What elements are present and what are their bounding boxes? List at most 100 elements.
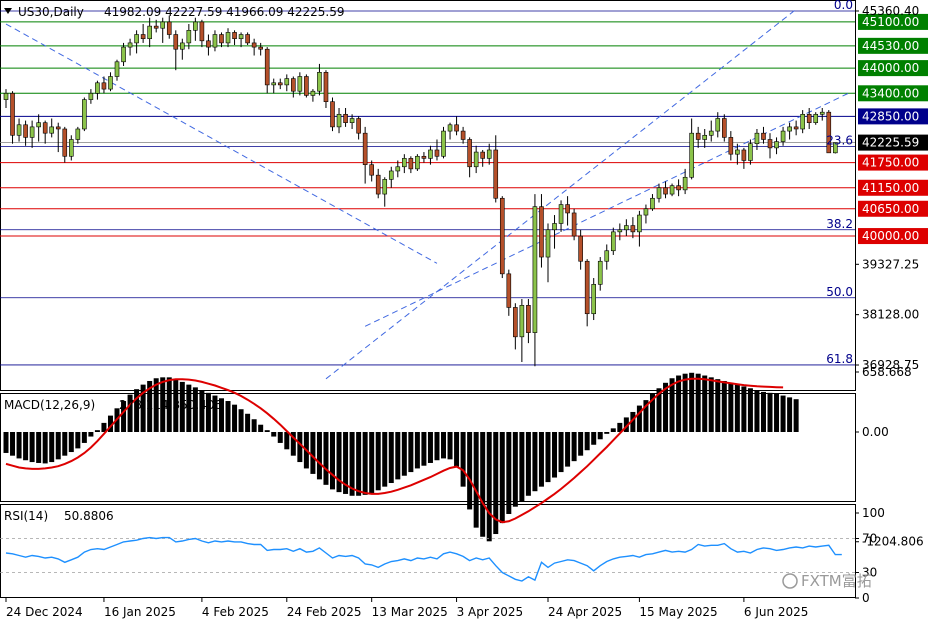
date-label: 3 Apr 2025 — [457, 605, 524, 619]
candle-body — [336, 113, 342, 128]
candle-body — [408, 158, 414, 170]
price-panel-frame — [0, 0, 856, 391]
candle-50 — [330, 97, 335, 132]
rsi-value: 50.8806 — [64, 509, 114, 523]
candle-body — [604, 250, 610, 262]
candle-body — [180, 42, 185, 50]
macd-bar-47 — [310, 432, 316, 474]
price-tick-label: 39327.25 — [862, 257, 919, 271]
macd-bar-5 — [36, 432, 42, 463]
candle-71 — [467, 137, 472, 178]
candle-37 — [245, 32, 250, 46]
rsi-title: RSI(14) — [4, 509, 48, 523]
candle-29 — [193, 17, 198, 41]
candle-body — [108, 76, 113, 90]
candle-body — [565, 204, 570, 214]
macd-bar-84 — [552, 432, 558, 478]
candle-103 — [676, 179, 681, 197]
candle-body — [186, 30, 192, 44]
candle-body — [656, 187, 662, 199]
price-tag-40650.00: 40650.00 — [858, 200, 928, 217]
candle-27 — [180, 38, 185, 60]
candle-body — [682, 176, 688, 191]
candle-body — [421, 155, 427, 159]
macd-bar-53 — [349, 432, 355, 496]
macd-bar-64 — [421, 432, 427, 466]
candle-body — [284, 78, 290, 86]
candle-body — [597, 260, 603, 285]
price-tag-text: 40650.00 — [862, 202, 919, 216]
macd-bar-115 — [754, 390, 760, 432]
candle-body — [225, 32, 231, 44]
macd-bar-104 — [682, 373, 688, 432]
candle-8 — [55, 122, 61, 153]
candle-58 — [382, 177, 388, 207]
candle-26 — [173, 30, 179, 71]
candle-body — [415, 155, 420, 170]
candle-body — [460, 130, 466, 140]
candle-body — [545, 229, 551, 258]
macd-bar-43 — [284, 432, 290, 450]
macd-bar-114 — [747, 388, 753, 432]
candle-body — [147, 25, 152, 40]
macd-bar-4 — [29, 432, 35, 463]
candle-86 — [565, 196, 570, 226]
candle-12 — [82, 97, 87, 132]
candle-99 — [650, 194, 655, 211]
rsi-panel-frame — [0, 504, 856, 598]
macd-bar-86 — [565, 432, 571, 467]
candle-49 — [323, 70, 329, 108]
trend-lines — [5, 8, 849, 380]
macd-indicator: 658.6680.00-1204.806 — [3, 365, 924, 549]
candle-43 — [284, 74, 290, 92]
price-tag-text: 40000.00 — [862, 229, 919, 243]
candle-110 — [721, 114, 727, 142]
macd-tick-label: 0.00 — [862, 425, 889, 439]
macd-bar-120 — [787, 397, 793, 432]
macd-bar-50 — [330, 432, 335, 490]
fib-label: 38.2 — [826, 217, 853, 231]
ohlc-values: 41982.09 42227.59 41966.09 42225.59 — [104, 5, 344, 19]
macd-bar-34 — [225, 401, 231, 432]
candle-120 — [787, 122, 792, 140]
candle-91 — [597, 257, 603, 291]
macd-bar-67 — [441, 432, 447, 459]
candle-body — [728, 137, 734, 155]
candle-54 — [356, 116, 361, 140]
macd-bar-63 — [414, 432, 420, 469]
candle-body — [428, 149, 433, 159]
candle-body — [813, 113, 819, 123]
macd-bar-82 — [538, 432, 544, 487]
candle-body — [513, 307, 518, 338]
macd-bar-77 — [506, 432, 512, 514]
candle-31 — [206, 34, 211, 56]
price-tag-41150.00: 41150.00 — [858, 179, 928, 196]
candle-body — [735, 149, 740, 155]
macd-values: 278.114 350.406 — [119, 398, 222, 412]
macd-bar-14 — [94, 430, 100, 432]
macd-bar-54 — [356, 432, 362, 496]
macd-bar-117 — [767, 392, 773, 432]
date-label: 6 Jun 2025 — [744, 605, 809, 619]
fib-label: 0.0 — [834, 0, 853, 12]
macd-bar-65 — [427, 432, 433, 463]
macd-bar-57 — [375, 432, 381, 491]
chart-header[interactable]: US30,Daily 41982.09 42227.59 41966.09 42… — [4, 5, 344, 19]
macd-bar-9 — [62, 432, 68, 456]
date-label: 24 Feb 2025 — [287, 605, 362, 619]
candle-body — [669, 185, 675, 195]
macd-bar-112 — [734, 384, 740, 432]
macd-bar-83 — [545, 432, 551, 483]
macd-bar-107 — [702, 375, 708, 432]
candle-20 — [134, 30, 139, 54]
macd-bar-45 — [297, 432, 303, 463]
macd-bar-56 — [369, 432, 375, 494]
candle-98 — [643, 204, 649, 224]
date-label: 16 Jan 2025 — [104, 605, 176, 619]
macd-bar-78 — [512, 432, 518, 507]
candle-body — [114, 61, 120, 77]
candle-body — [689, 132, 694, 178]
price-axis: 45100.0044530.0044000.0043400.0042850.00… — [855, 4, 928, 372]
price-tag-text: 44530.00 — [862, 39, 919, 53]
rsi-tick-label: 0 — [862, 591, 870, 605]
